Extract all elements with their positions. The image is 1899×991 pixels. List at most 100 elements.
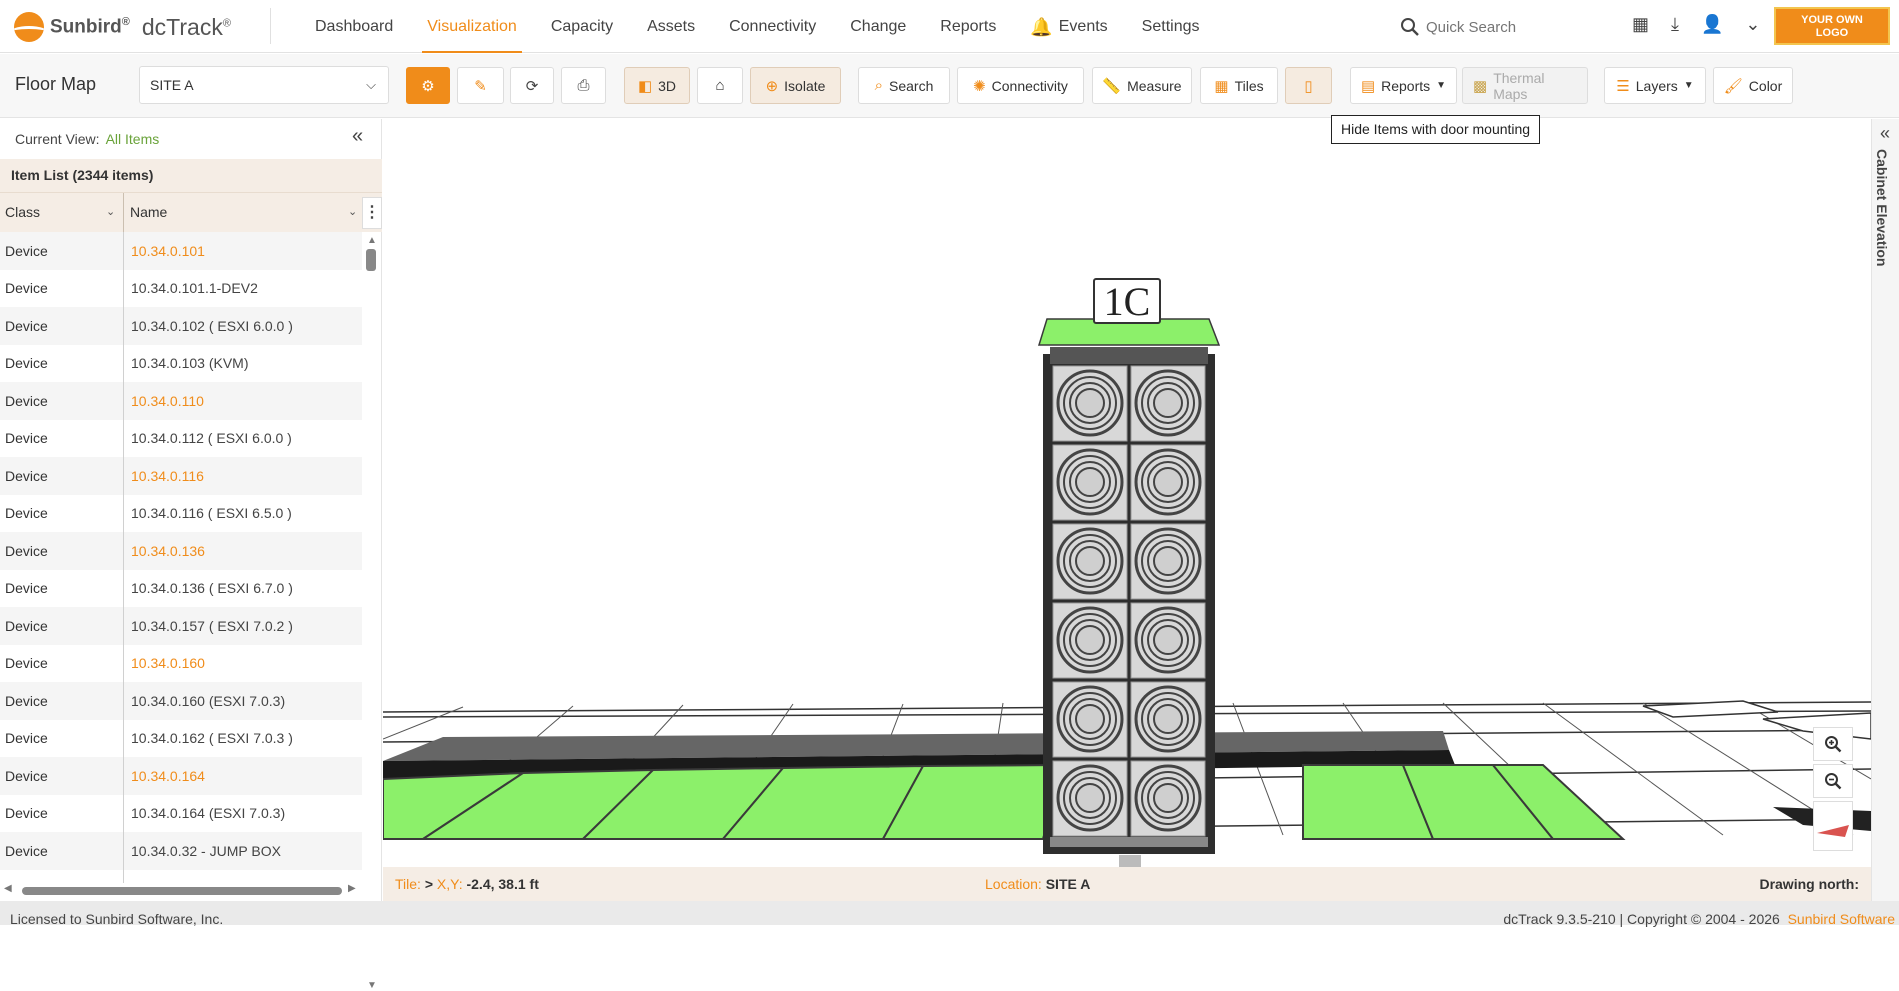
table-row[interactable]: Device 10.34.0.157 ( ESXI 7.0.2 ) bbox=[0, 607, 362, 645]
zoom-in-icon bbox=[1825, 736, 1842, 753]
search-button[interactable]: ⌕ Search bbox=[858, 67, 950, 104]
search-icon: ⌕ bbox=[874, 77, 884, 94]
table-row[interactable]: Device 10.34.0.101 bbox=[0, 232, 362, 270]
scroll-thumb-horizontal[interactable] bbox=[22, 887, 342, 895]
location-label: Location: bbox=[985, 876, 1042, 892]
sunbird-sun-icon bbox=[14, 12, 44, 42]
site-select[interactable]: SITE A ⌵ bbox=[139, 66, 389, 104]
item-list-panel: Current View: All Items « Item List (2344… bbox=[0, 119, 382, 991]
nav-label: Assets bbox=[647, 17, 696, 35]
connectivity-button[interactable]: ✺ Connectivity bbox=[957, 67, 1084, 104]
door-mounting-button[interactable]: ▯ bbox=[1285, 67, 1332, 104]
table-row[interactable]: Device 10.34.0.116 ( ESXI 6.5.0 ) bbox=[0, 495, 362, 533]
download-icon[interactable]: ⤓ bbox=[1671, 14, 1679, 35]
calendar-icon[interactable]: ▦ bbox=[1632, 14, 1649, 35]
isolate-button[interactable]: ⊕ Isolate bbox=[750, 67, 841, 104]
table-row[interactable]: Device 10.34.0.164 (ESXI 7.0.3) bbox=[0, 795, 362, 833]
table-row[interactable]: Device 10.34.0.162 ( ESXI 7.0.3 ) bbox=[0, 720, 362, 758]
column-class-header[interactable]: Class bbox=[5, 193, 40, 232]
status-bar: Tile: > X,Y: -2.4, 38.1 ft Location: SIT… bbox=[383, 867, 1871, 901]
column-name-header[interactable]: Name bbox=[130, 193, 167, 232]
cabinet-elevation-label[interactable]: Cabinet Elevation bbox=[1874, 149, 1890, 266]
custom-logo[interactable]: YOUR OWN LOGO bbox=[1774, 7, 1890, 45]
table-row[interactable]: Device 10.34.0.116 bbox=[0, 457, 362, 495]
name-cell[interactable]: 10.34.0.101 bbox=[124, 243, 205, 259]
vertical-scrollbar[interactable]: ▲ ▼ bbox=[364, 235, 378, 991]
horizontal-scrollbar[interactable]: ◀ ▶ bbox=[4, 883, 360, 897]
nav-connectivity[interactable]: Connectivity bbox=[712, 0, 833, 53]
table-row[interactable]: Device 10.34.0.102 ( ESXI 6.0.0 ) bbox=[0, 307, 362, 345]
table-row[interactable]: Device 10.34.0.136 ( ESXI 6.7.0 ) bbox=[0, 570, 362, 608]
scroll-up-icon[interactable]: ▲ bbox=[367, 235, 377, 246]
chevron-down-icon[interactable]: ⌄ bbox=[1745, 14, 1760, 35]
zoom-out-button[interactable] bbox=[1813, 764, 1853, 798]
current-view-label: Current View: bbox=[15, 131, 100, 147]
class-cell: Device bbox=[5, 692, 48, 709]
nav-events[interactable]: 🔔 Events bbox=[1013, 0, 1124, 53]
zoom-in-button[interactable] bbox=[1813, 727, 1853, 761]
name-cell[interactable]: 10.34.0.116 bbox=[124, 468, 204, 484]
refresh-button[interactable]: ⟳ bbox=[510, 67, 554, 104]
nav-visualization[interactable]: Visualization bbox=[410, 0, 534, 53]
nav-settings[interactable]: Settings bbox=[1125, 0, 1217, 53]
nav-change[interactable]: Change bbox=[833, 0, 923, 53]
view-cube-control[interactable] bbox=[1813, 801, 1853, 851]
scroll-thumb[interactable] bbox=[366, 249, 376, 271]
name-cell[interactable]: 10.34.0.110 bbox=[124, 393, 204, 409]
nav-assets[interactable]: Assets bbox=[630, 0, 712, 53]
sunbird-logo[interactable]: Sunbird® dcTrack® bbox=[14, 12, 231, 42]
xy-label: X,Y: bbox=[436, 876, 463, 892]
print-button[interactable]: ⎙ bbox=[561, 67, 606, 104]
kebab-menu-icon[interactable]: ⋮ bbox=[362, 197, 382, 229]
table-row[interactable]: Device 10.34.0.103 (KVM) bbox=[0, 345, 362, 383]
quick-search[interactable] bbox=[1400, 14, 1590, 40]
footer: Licensed to Sunbird Software, Inc. dcTra… bbox=[0, 901, 1899, 927]
cabinet-elevation-rail[interactable]: « Cabinet Elevation bbox=[1871, 119, 1899, 901]
scroll-right-icon[interactable]: ▶ bbox=[348, 883, 356, 894]
table-row[interactable]: Device 10.34.0.160 bbox=[0, 645, 362, 683]
location-value: SITE A bbox=[1045, 876, 1091, 892]
nav-capacity[interactable]: Capacity bbox=[534, 0, 630, 53]
home-button[interactable]: ⌂ bbox=[697, 67, 743, 104]
collapse-panel-icon[interactable]: « bbox=[352, 125, 363, 148]
nav-reports[interactable]: Reports bbox=[923, 0, 1013, 53]
chevron-down-icon[interactable]: ⌄ bbox=[348, 193, 357, 232]
table-row[interactable]: Device 10.34.0.160 (ESXI 7.0.3) bbox=[0, 682, 362, 720]
name-cell[interactable]: 10.34.0.164 bbox=[124, 768, 205, 784]
expand-panel-icon[interactable]: « bbox=[1880, 123, 1890, 144]
color-button[interactable]: 🖌 Color bbox=[1713, 67, 1793, 104]
class-cell: Device bbox=[5, 542, 48, 559]
floor-3d-scene[interactable]: 1C bbox=[383, 119, 1871, 867]
scroll-left-icon[interactable]: ◀ bbox=[4, 883, 12, 894]
tiles-button[interactable]: ▦ Tiles bbox=[1200, 67, 1278, 104]
class-cell: Device bbox=[5, 842, 48, 859]
table-row[interactable]: Device 10.34.0.112 ( ESXI 6.0.0 ) bbox=[0, 420, 362, 458]
reports-dropdown[interactable]: ▤ Reports ▼ bbox=[1350, 67, 1457, 104]
table-row[interactable]: Device 10.34.0.101.1-DEV2 bbox=[0, 270, 362, 308]
class-cell: Device bbox=[5, 467, 48, 484]
name-cell[interactable]: 10.34.0.136 bbox=[124, 543, 205, 559]
current-view-value[interactable]: All Items bbox=[106, 131, 160, 147]
thermal-maps-button[interactable]: ▩ Thermal Maps bbox=[1462, 67, 1588, 104]
3d-button[interactable]: ◧ 3D bbox=[624, 67, 690, 104]
name-cell[interactable]: 10.34.0.160 bbox=[124, 655, 205, 671]
table-row[interactable]: Device 10.34.0.32 - JUMP BOX bbox=[0, 832, 362, 870]
layers-dropdown[interactable]: ☰ Layers ▼ bbox=[1604, 67, 1706, 104]
table-row[interactable]: Device 10.34.0.110 bbox=[0, 382, 362, 420]
floor-map-3d-viewport[interactable]: 1C bbox=[383, 119, 1871, 867]
user-icon[interactable]: 👤 bbox=[1701, 14, 1723, 35]
class-cell: Device bbox=[5, 392, 48, 409]
table-row[interactable]: Device 10.34.0.136 bbox=[0, 532, 362, 570]
nav-label: Reports bbox=[940, 17, 997, 35]
edit-button[interactable]: ✎ bbox=[457, 67, 504, 104]
chevron-down-icon[interactable]: ⌄ bbox=[106, 193, 115, 232]
connectivity-icon: ✺ bbox=[973, 77, 986, 95]
cabinet-label[interactable]: 1C bbox=[1104, 279, 1151, 324]
quick-search-input[interactable] bbox=[1426, 18, 1586, 36]
scroll-down-icon[interactable]: ▼ bbox=[367, 980, 377, 991]
class-cell: Device bbox=[5, 617, 48, 634]
settings-button[interactable]: ⚙ bbox=[406, 67, 450, 104]
table-row[interactable]: Device 10.34.0.164 bbox=[0, 757, 362, 795]
nav-dashboard[interactable]: Dashboard bbox=[298, 0, 410, 53]
measure-button[interactable]: 📏 Measure bbox=[1092, 67, 1192, 104]
